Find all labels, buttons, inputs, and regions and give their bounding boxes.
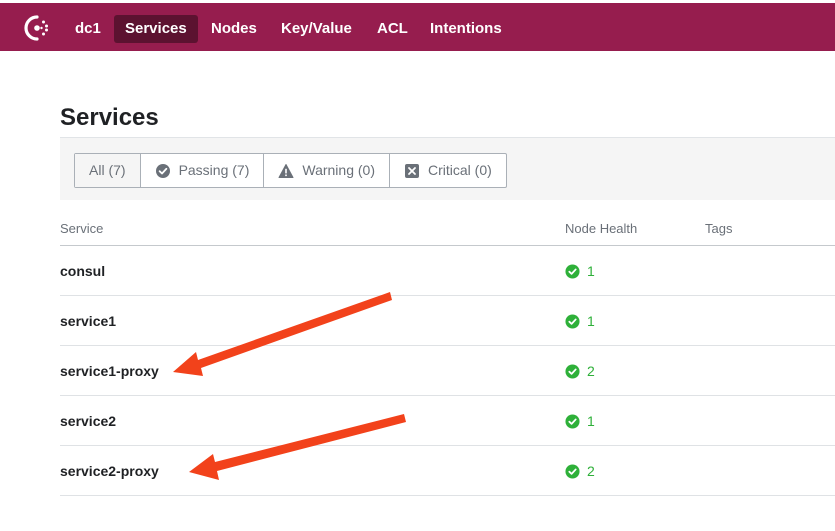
filter-passing-label: Passing (7) bbox=[178, 162, 250, 178]
filter-passing[interactable]: Passing (7) bbox=[141, 154, 265, 187]
check-circle-icon bbox=[155, 163, 171, 179]
passing-count: 1 bbox=[587, 263, 595, 279]
service-name[interactable]: service2-proxy bbox=[60, 446, 159, 496]
node-health: 1 bbox=[565, 313, 595, 329]
passing-count: 1 bbox=[587, 313, 595, 329]
passing-count: 2 bbox=[587, 463, 595, 479]
x-square-icon bbox=[404, 163, 420, 179]
service-name[interactable]: service2 bbox=[60, 396, 116, 446]
column-header-tags[interactable]: Tags bbox=[705, 221, 732, 236]
service-name[interactable]: service1 bbox=[60, 296, 116, 346]
node-health: 2 bbox=[565, 363, 595, 379]
node-health: 1 bbox=[565, 413, 595, 429]
table-row[interactable]: consul 1 bbox=[60, 246, 835, 296]
node-health: 1 bbox=[565, 263, 595, 279]
health-filter-group: All (7) Passing (7) Warning (0) Critical… bbox=[74, 153, 507, 188]
nav-services[interactable]: Services bbox=[114, 15, 198, 43]
passing-check-icon bbox=[565, 413, 580, 429]
consul-logo-icon[interactable] bbox=[22, 13, 52, 43]
nav-acl[interactable]: ACL bbox=[366, 15, 419, 43]
top-nav: dc1 Services Nodes Key/Value ACL Intenti… bbox=[0, 0, 835, 51]
table-row[interactable]: service2 1 bbox=[60, 396, 835, 446]
column-header-node-health[interactable]: Node Health bbox=[565, 221, 637, 236]
filter-all[interactable]: All (7) bbox=[75, 154, 141, 187]
filter-warning[interactable]: Warning (0) bbox=[264, 154, 390, 187]
nav-nodes[interactable]: Nodes bbox=[200, 15, 268, 43]
filter-critical[interactable]: Critical (0) bbox=[390, 154, 506, 187]
passing-count: 1 bbox=[587, 413, 595, 429]
passing-check-icon bbox=[565, 313, 580, 329]
filter-bar: All (7) Passing (7) Warning (0) Critical… bbox=[60, 137, 835, 200]
table-row[interactable]: service1-proxy 2 bbox=[60, 346, 835, 396]
service-name[interactable]: service1-proxy bbox=[60, 346, 159, 396]
passing-check-icon bbox=[565, 463, 580, 479]
filter-critical-label: Critical (0) bbox=[428, 162, 492, 178]
filter-all-label: All (7) bbox=[89, 162, 126, 178]
passing-check-icon bbox=[565, 363, 580, 379]
nav-key-value[interactable]: Key/Value bbox=[270, 15, 363, 43]
table-row[interactable]: service2-proxy 2 bbox=[60, 446, 835, 496]
table-row[interactable]: service1 1 bbox=[60, 296, 835, 346]
service-name[interactable]: consul bbox=[60, 246, 105, 296]
datacenter-selector[interactable]: dc1 bbox=[64, 15, 112, 43]
filter-warning-label: Warning (0) bbox=[302, 162, 375, 178]
nav-intentions[interactable]: Intentions bbox=[419, 15, 513, 43]
column-header-service[interactable]: Service bbox=[60, 221, 103, 236]
passing-check-icon bbox=[565, 263, 580, 279]
node-health: 2 bbox=[565, 463, 595, 479]
page-title: Services bbox=[60, 104, 159, 131]
passing-count: 2 bbox=[587, 363, 595, 379]
warning-triangle-icon bbox=[278, 163, 294, 179]
